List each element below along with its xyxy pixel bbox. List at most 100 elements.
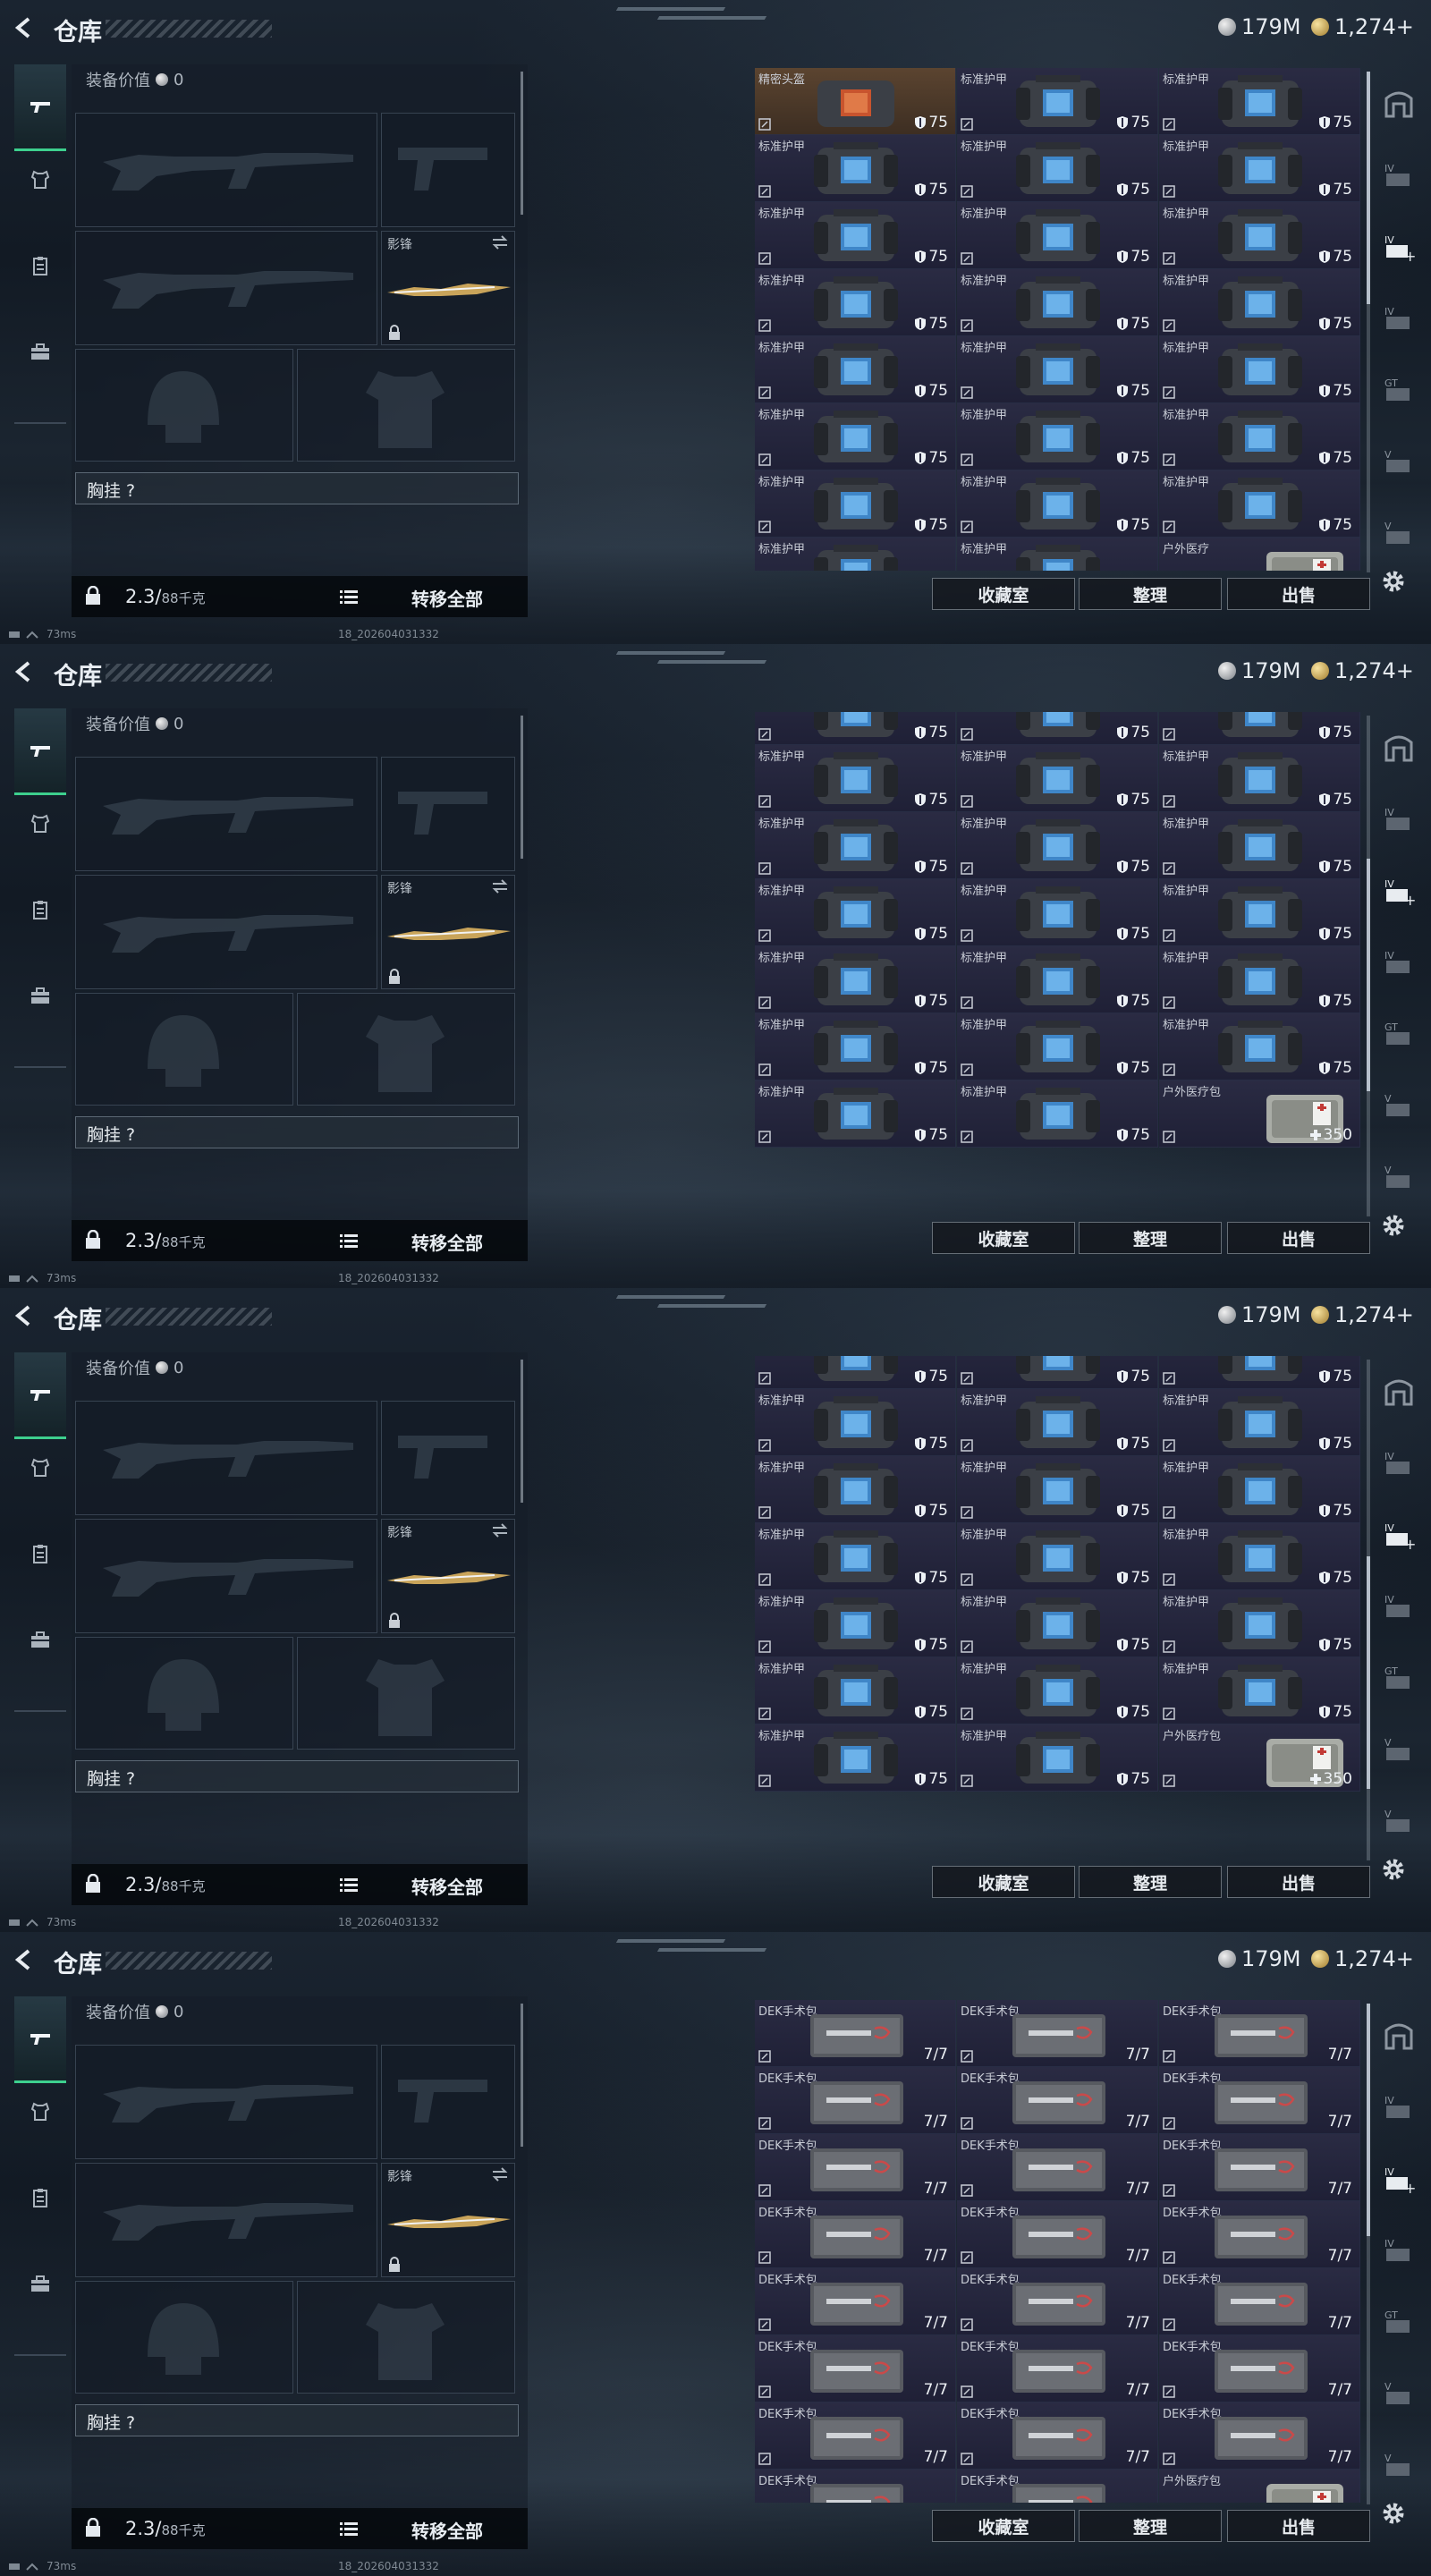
storage-item-cell[interactable]: 标准护甲 75 <box>957 1724 1158 1792</box>
pistol-slot[interactable] <box>381 757 515 871</box>
storage-item-cell[interactable]: DEK手术包 7/7 <box>755 2134 956 2201</box>
storage-iv-add-icon[interactable]: IV + <box>1381 1517 1417 1553</box>
storage-item-cell[interactable]: 标准护甲 75 <box>755 879 956 946</box>
grid-scrollbar-thumb[interactable] <box>1367 859 1370 1091</box>
tab-clipboard[interactable] <box>14 2175 66 2220</box>
storage-item-cell[interactable]: 标准护甲 75 <box>755 1013 956 1080</box>
storage-item-cell[interactable]: DEK手术包 7/7 <box>755 2000 956 2067</box>
arch-icon[interactable] <box>1381 2018 1417 2054</box>
storage-iv-icon[interactable]: IV <box>1381 801 1417 837</box>
equipment-scrollbar[interactable] <box>521 2004 523 2147</box>
storage-item-cell[interactable]: 标准护甲 75 <box>755 202 956 269</box>
storage-item-cell[interactable]: DEK手术包 7/7 <box>1159 2268 1360 2335</box>
tab-weapons[interactable] <box>14 64 66 151</box>
storage-item-cell[interactable]: 标准护甲 75 <box>755 336 956 403</box>
storage-iv-icon[interactable]: IV <box>1381 945 1417 980</box>
storage-item-cell[interactable]: 标准护甲 75 <box>755 745 956 812</box>
storage-item-cell[interactable]: DEK手术包 <box>755 2470 956 2503</box>
sell-button[interactable]: 出售 <box>1227 1222 1370 1254</box>
storage-item-cell[interactable]: 标准护甲 75 <box>957 1523 1158 1590</box>
tab-weapons[interactable] <box>14 708 66 795</box>
storage-item-cell[interactable]: 标准护甲 75 <box>957 812 1158 879</box>
helmet-slot[interactable] <box>75 1637 293 1750</box>
storage-item-cell[interactable]: DEK手术包 7/7 <box>755 2335 956 2402</box>
grid-scrollbar-thumb[interactable] <box>1367 1556 1370 1789</box>
back-arrow-icon[interactable] <box>13 1304 36 1327</box>
swap-icon[interactable] <box>491 1523 509 1538</box>
tab-weapons[interactable] <box>14 1352 66 1439</box>
storage-item-cell[interactable]: DEK手术包 7/7 <box>1159 2067 1360 2134</box>
lock-icon[interactable] <box>84 586 102 606</box>
storage-item-cell[interactable]: 标准护甲 75 <box>755 1523 956 1590</box>
storage-item-cell[interactable]: DEK手术包 7/7 <box>1159 2134 1360 2201</box>
tab-clipboard[interactable] <box>14 887 66 932</box>
lock-icon[interactable] <box>84 2518 102 2538</box>
collection-room-button[interactable]: 收藏室 <box>932 2510 1075 2542</box>
storage-item-cell[interactable]: 75 <box>755 1356 956 1389</box>
storage-item-cell[interactable]: 标准护甲 75 <box>1159 135 1360 202</box>
chest-rig-slot[interactable]: 胸挂 ? <box>75 1116 519 1148</box>
back-arrow-icon[interactable] <box>13 1948 36 1971</box>
storage-iv-icon[interactable]: IV <box>1381 157 1417 193</box>
storage-v-icon[interactable]: V <box>1381 1088 1417 1123</box>
storage-item-cell[interactable]: 标准护甲 75 <box>755 135 956 202</box>
storage-iv-add-icon[interactable]: IV + <box>1381 873 1417 909</box>
gold-currency[interactable]: 1,274+ <box>1311 1946 1414 1971</box>
lock-icon[interactable] <box>84 1230 102 1250</box>
back-arrow-icon[interactable] <box>13 660 36 683</box>
storage-item-cell[interactable]: 标准护甲 75 <box>755 1724 956 1792</box>
storage-item-cell[interactable]: 标准护甲 <box>957 538 1158 571</box>
tab-briefcase[interactable] <box>14 973 66 1018</box>
storage-item-cell[interactable]: 标准护甲 75 <box>1159 336 1360 403</box>
storage-item-cell[interactable]: 标准护甲 75 <box>1159 1456 1360 1523</box>
storage-item-cell[interactable]: DEK手术包 7/7 <box>1159 2402 1360 2470</box>
secondary-weapon-slot[interactable] <box>75 231 377 345</box>
storage-item-cell[interactable]: 标准护甲 75 <box>957 403 1158 470</box>
tab-clipboard[interactable] <box>14 1531 66 1576</box>
storage-item-cell[interactable]: 标准护甲 75 <box>755 1456 956 1523</box>
primary-weapon-slot[interactable] <box>75 1401 377 1515</box>
storage-v-icon[interactable]: V <box>1381 1803 1417 1839</box>
storage-iv-icon[interactable]: IV <box>1381 2233 1417 2268</box>
equipment-scrollbar[interactable] <box>521 716 523 859</box>
storage-iv-icon[interactable]: IV <box>1381 1589 1417 1624</box>
storage-item-cell[interactable]: 标准护甲 75 <box>957 1389 1158 1456</box>
storage-v-icon[interactable]: V <box>1381 444 1417 479</box>
transfer-all-button[interactable]: 转移全部 <box>411 1229 483 1255</box>
storage-item-cell[interactable]: 标准护甲 75 <box>957 269 1158 336</box>
storage-item-cell[interactable]: 标准护甲 75 <box>755 1389 956 1456</box>
storage-item-cell[interactable]: DEK手术包 7/7 <box>957 2067 1158 2134</box>
swap-icon[interactable] <box>491 235 509 250</box>
storage-item-cell[interactable]: DEK手术包 7/7 <box>755 2268 956 2335</box>
storage-item-cell[interactable]: 标准护甲 75 <box>957 135 1158 202</box>
body-armor-slot[interactable] <box>297 2281 515 2394</box>
storage-item-cell[interactable]: 标准护甲 75 <box>957 1013 1158 1080</box>
gear-icon[interactable] <box>1379 2499 1408 2528</box>
storage-item-cell[interactable]: 标准护甲 75 <box>957 336 1158 403</box>
storage-item-cell[interactable]: DEK手术包 7/7 <box>1159 2201 1360 2268</box>
storage-item-cell[interactable]: 标准护甲 75 <box>1159 1590 1360 1657</box>
organize-button[interactable]: 整理 <box>1079 1222 1222 1254</box>
equipment-scrollbar[interactable] <box>521 1360 523 1503</box>
arch-icon[interactable] <box>1381 86 1417 122</box>
storage-item-cell[interactable]: 标准护甲 75 <box>957 1080 1158 1148</box>
storage-item-cell[interactable]: DEK手术包 7/7 <box>957 2268 1158 2335</box>
storage-item-cell[interactable]: 标准护甲 75 <box>755 403 956 470</box>
organize-button[interactable]: 整理 <box>1079 578 1222 610</box>
chest-rig-slot[interactable]: 胸挂 ? <box>75 1760 519 1792</box>
sell-button[interactable]: 出售 <box>1227 1866 1370 1898</box>
swap-icon[interactable] <box>491 879 509 894</box>
storage-item-cell[interactable]: 标准护甲 75 <box>1159 1523 1360 1590</box>
storage-item-cell[interactable]: 标准护甲 75 <box>1159 269 1360 336</box>
tab-armor[interactable] <box>14 1445 66 1490</box>
gold-currency[interactable]: 1,274+ <box>1311 14 1414 39</box>
storage-item-cell[interactable]: 户外医疗包 350 <box>1159 1724 1360 1792</box>
collection-room-button[interactable]: 收藏室 <box>932 1866 1075 1898</box>
storage-gt-icon[interactable]: GT <box>1381 372 1417 408</box>
collection-room-button[interactable]: 收藏室 <box>932 578 1075 610</box>
helmet-slot[interactable] <box>75 2281 293 2394</box>
storage-item-cell[interactable]: 标准护甲 75 <box>1159 403 1360 470</box>
storage-item-cell[interactable]: DEK手术包 <box>957 2470 1158 2503</box>
storage-item-cell[interactable]: 标准护甲 75 <box>957 68 1158 135</box>
storage-item-cell[interactable]: 标准护甲 75 <box>1159 68 1360 135</box>
